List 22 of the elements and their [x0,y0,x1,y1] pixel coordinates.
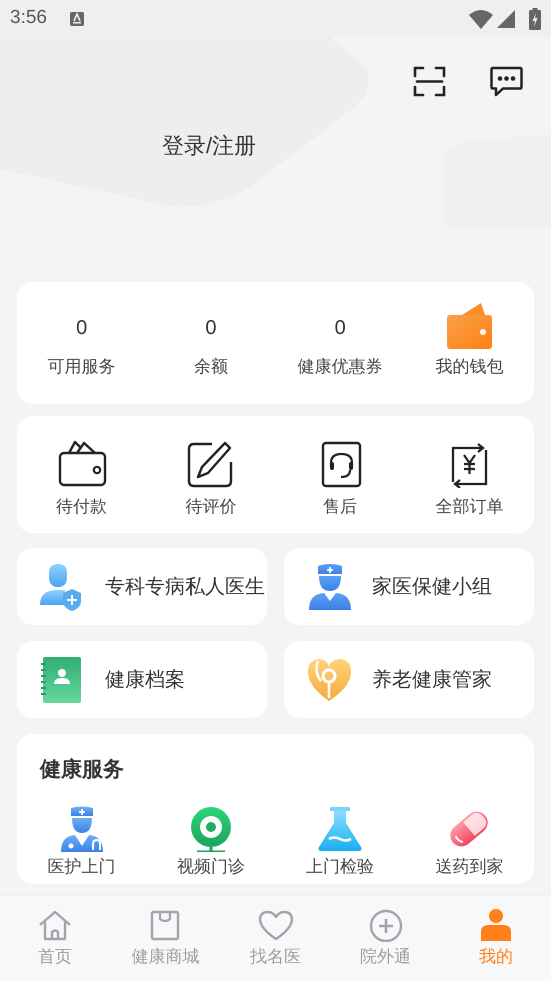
stat-label[interactable]: 可用服务 [48,354,116,380]
service-tile[interactable]: 健康档案 [17,641,267,718]
order-label[interactable]: 待评价 [185,494,236,520]
stat-value: 0 [334,318,346,338]
section-title: 健康服务 [38,756,125,783]
order-label[interactable]: 待付款 [56,494,108,520]
stat-value: 0 [76,318,88,338]
service-tile[interactable]: 专科专病私人医生 [17,548,267,625]
service-tile[interactable]: 养老健康管家 [284,641,534,718]
stat-label[interactable]: 余额 [194,354,228,380]
login-link[interactable]: 登录/注册 [162,129,256,162]
service-label[interactable]: 医护上门 [48,854,116,879]
order-label[interactable]: 全部订单 [435,494,504,520]
service-label[interactable]: 送药到家 [435,854,504,879]
order-label[interactable]: 售后 [323,494,358,520]
stat-value: 0 [205,318,216,338]
clock-text: 3:56 [10,6,47,30]
service-tile[interactable]: 家医保健小组 [284,548,534,625]
service-label[interactable]: 视频门诊 [176,854,245,879]
stat-label[interactable]: 健康优惠券 [298,354,383,380]
wallet-label[interactable]: 我的钱包 [435,354,504,380]
service-label[interactable]: 上门检验 [306,854,374,879]
